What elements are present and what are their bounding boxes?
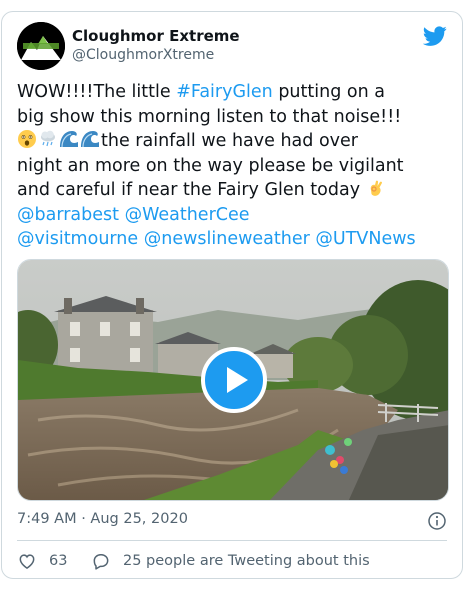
tweeting-about-text: 25 people are Tweeting about this [123,553,370,569]
mention-link[interactable]: @newslineweather [144,229,310,249]
tweet-text-segment: big show this morning listen to that noi… [17,106,402,127]
tweet-text-segment: and careful if near the Fairy Glen today [17,180,366,200]
play-button[interactable] [201,347,267,413]
author-handle[interactable]: @CloughmorXtreme [72,47,214,63]
tweet-text-line: and careful if near the Fairy Glen today [17,178,457,203]
water-wave-emoji [60,131,78,148]
tweet-card: Cloughmor Extreme @CloughmorXtreme WOW!!… [1,11,463,579]
divider [17,540,447,541]
tweet-text-line: WOW!!!!The little #FairyGlen putting on … [17,80,457,105]
water-wave-emoji [81,131,99,148]
mention-link[interactable]: @barrabest [17,205,119,225]
like-button[interactable]: 63 [17,551,67,571]
hashtag-link[interactable]: #FairyGlen [176,82,273,102]
like-count: 63 [49,553,68,569]
tweet-text-segment: night an more on the way please be vigil… [17,155,404,176]
avatar[interactable] [17,22,65,70]
tweet-text-line: night an more on the way please be vigil… [17,154,457,179]
conversation-button[interactable]: 25 people are Tweeting about this [91,551,370,571]
twitter-bird-icon[interactable] [423,24,447,48]
tweet-text-segment: the rainfall we have had over [101,131,358,151]
tweet-text-segment: putting on a [272,82,385,102]
mention-link[interactable]: @UTVNews [315,229,415,249]
astonished-face-emoji [18,130,36,148]
cloud-with-rain-emoji [41,130,55,147]
tweet-timestamp[interactable]: 7:49 AM · Aug 25, 2020 [17,511,188,527]
tweet-text-line: the rainfall we have had over [17,129,457,154]
play-icon [227,367,248,393]
info-icon[interactable] [427,511,447,531]
tweet-text-line: @barrabest @WeatherCee [17,203,457,228]
tweet-text-segment: WOW!!!!The little [17,82,177,102]
speech-bubble-icon [93,554,109,570]
ok-hand-emoji [370,180,382,196]
avatar-logo [17,22,65,70]
author-name[interactable]: Cloughmor Extreme [72,27,240,45]
tweet-text-line: big show this morning listen to that noi… [17,105,457,130]
tweet-text-line: @visitmourne @newslineweather @UTVNews [17,227,457,252]
tweet-header: Cloughmor Extreme @CloughmorXtreme [17,22,447,72]
mention-link[interactable]: @visitmourne [17,229,138,249]
tweet-text: WOW!!!!The little #FairyGlen putting on … [17,80,457,252]
mention-link[interactable]: @WeatherCee [125,205,250,225]
heart-icon [19,554,35,569]
video-thumbnail[interactable] [17,259,449,501]
